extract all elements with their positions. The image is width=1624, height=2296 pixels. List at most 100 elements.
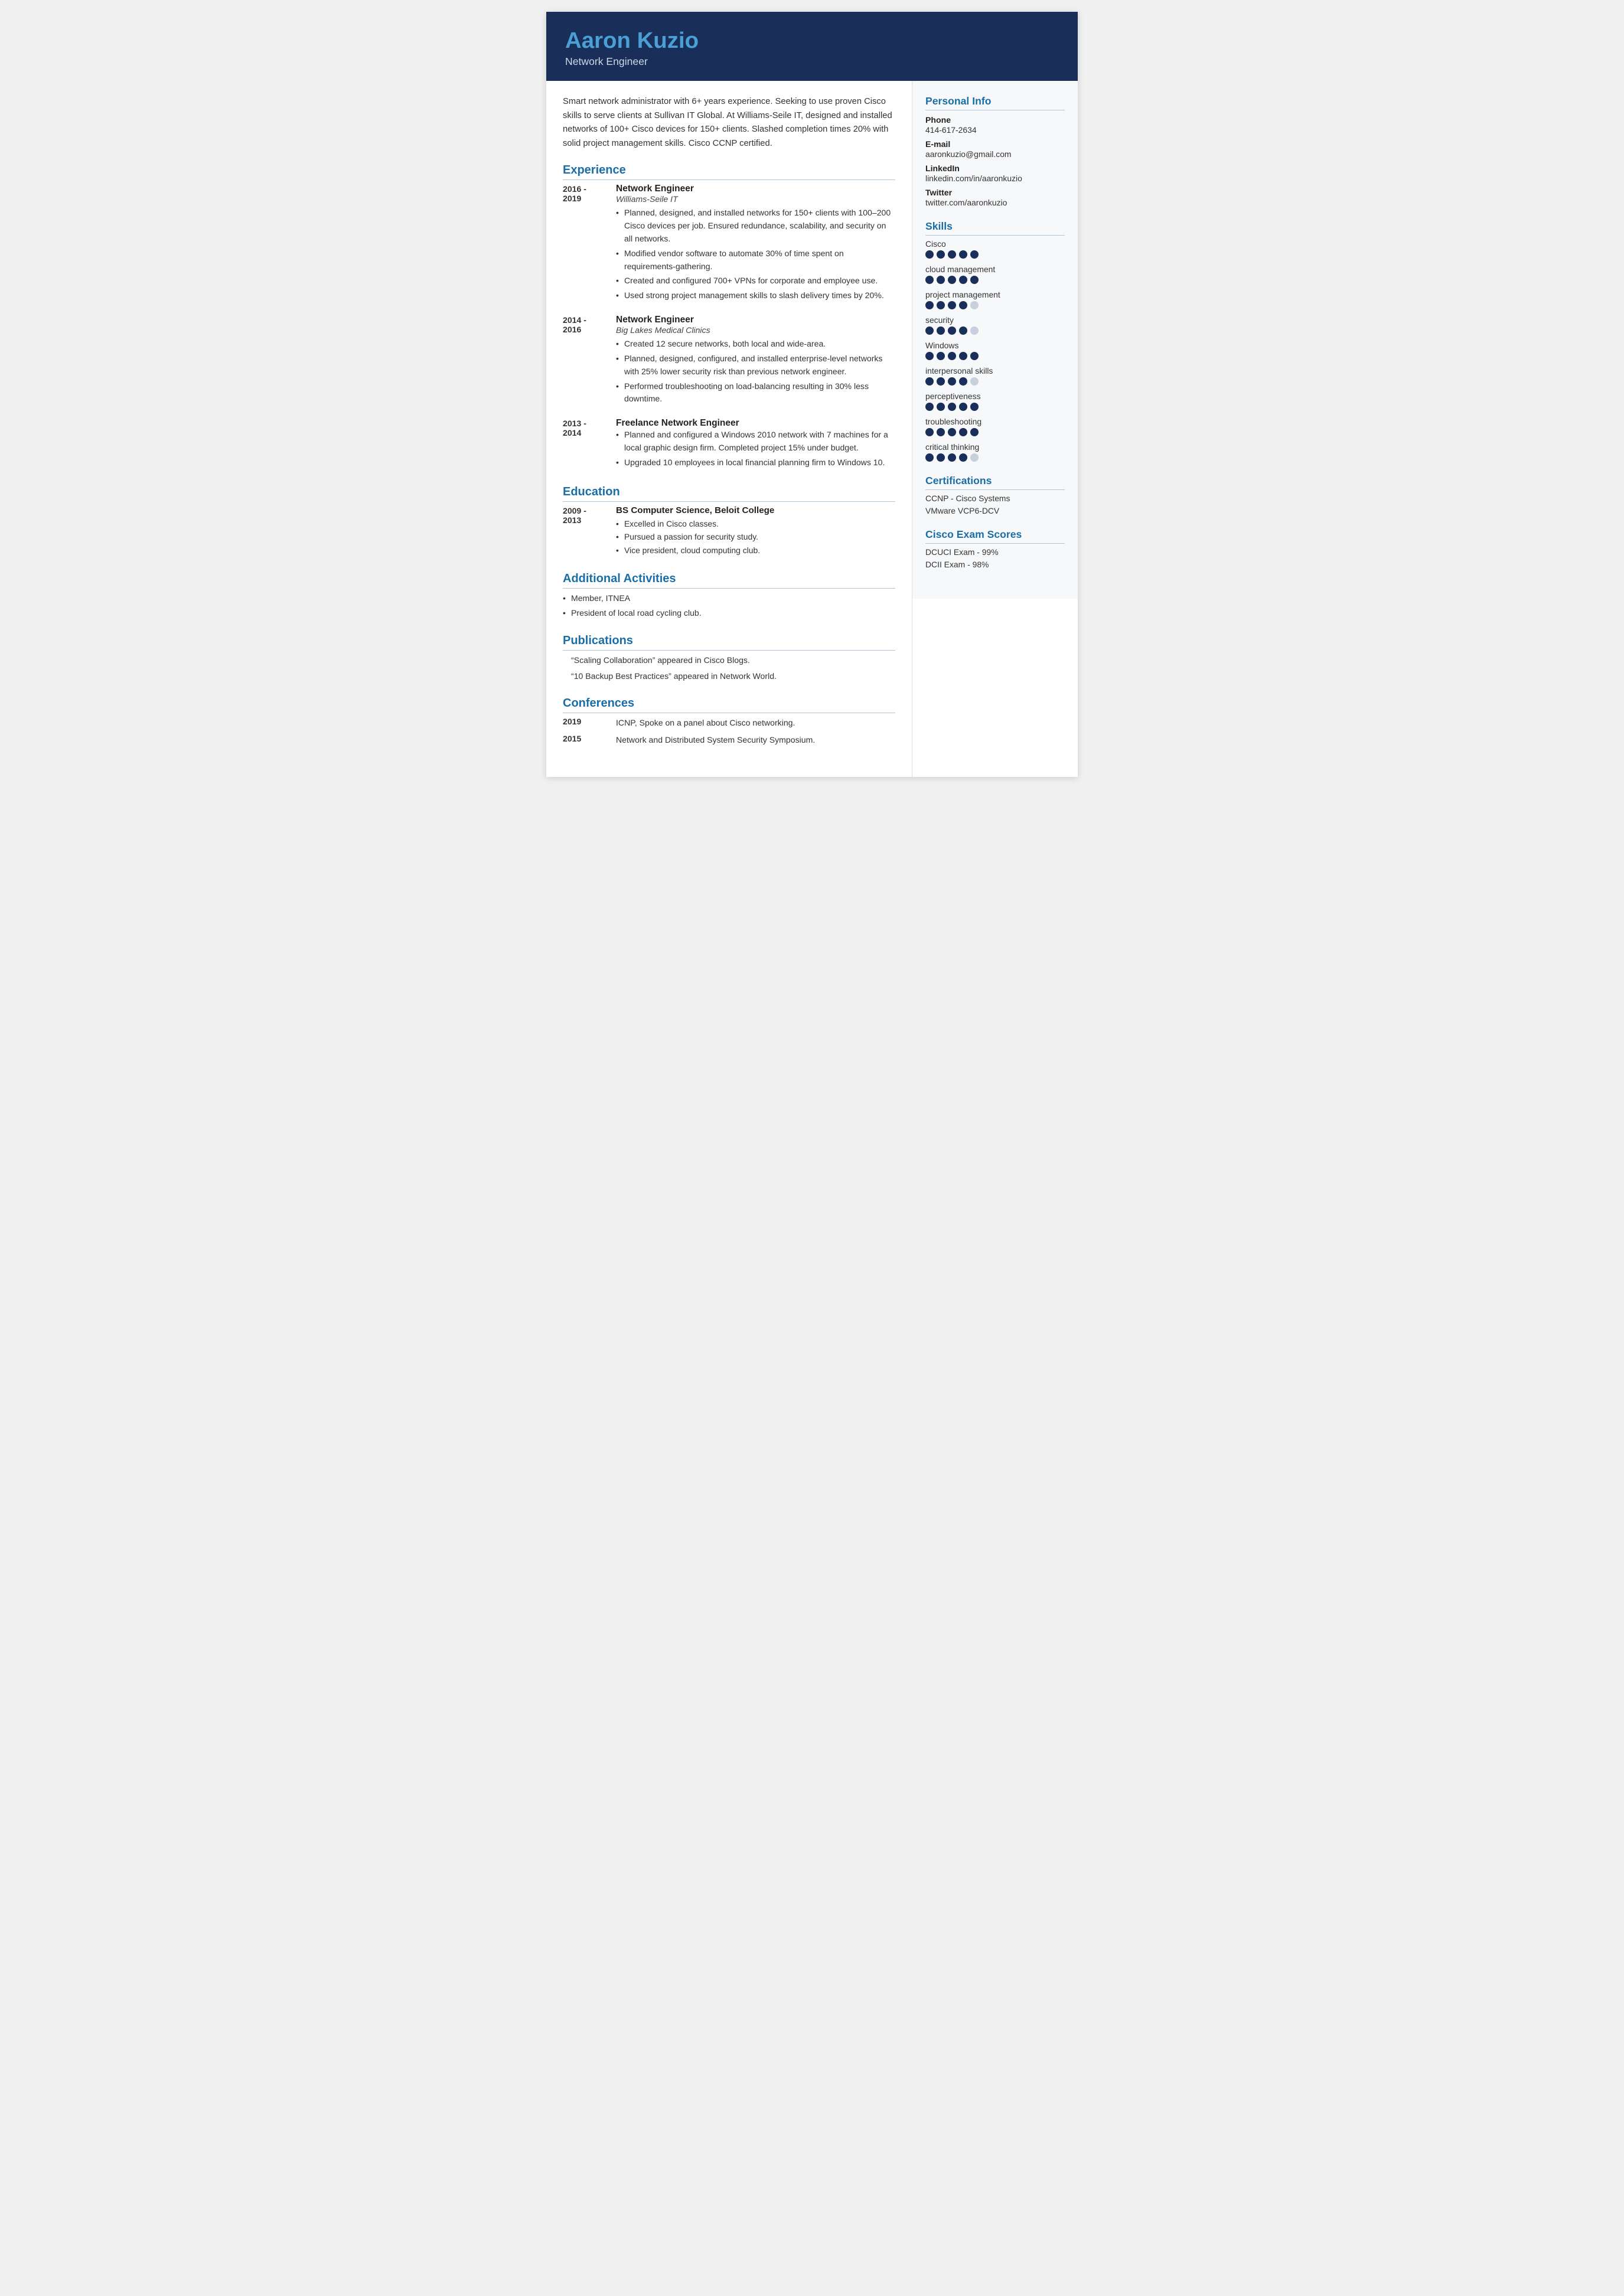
exp-bullets-1: Created 12 secure networks, both local a…: [616, 338, 895, 406]
conf-entry-1: 2015 Network and Distributed System Secu…: [563, 734, 895, 746]
exam-scores-title: Cisco Exam Scores: [925, 528, 1065, 544]
skill-dot-5-2: [948, 377, 956, 386]
skill-dots-5: [925, 377, 1065, 386]
resume-header: Aaron Kuzio Network Engineer: [546, 12, 1078, 81]
skill-row-6: perceptiveness: [925, 391, 1065, 411]
pub-item-1: “10 Backup Best Practices” appeared in N…: [563, 670, 895, 682]
edu-bullet-0-2: Vice president, cloud computing club.: [616, 544, 895, 557]
skill-dot-6-3: [959, 403, 967, 411]
cert-item-0: CCNP - Cisco Systems: [925, 494, 1065, 503]
skill-dot-1-3: [959, 276, 967, 284]
personal-info-section: Personal Info Phone 414-617-2634 E-mail …: [925, 95, 1065, 207]
exp-date-2: 2013 -2014: [563, 418, 616, 471]
exp-entry-0: 2016 -2019 Network Engineer Williams-Sei…: [563, 184, 895, 304]
exp-job-title-2: Freelance Network Engineer: [616, 418, 895, 429]
skill-dots-6: [925, 403, 1065, 411]
personal-info-title: Personal Info: [925, 95, 1065, 110]
exp-bullet-0-1: Modified vendor software to automate 30%…: [616, 247, 895, 273]
skill-dot-3-3: [959, 326, 967, 335]
skill-name-8: critical thinking: [925, 442, 1065, 452]
skill-dot-7-0: [925, 428, 934, 436]
skill-dot-0-3: [959, 250, 967, 259]
conferences-title: Conferences: [563, 697, 895, 713]
body-wrap: Smart network administrator with 6+ year…: [546, 81, 1078, 777]
exp-bullet-1-2: Performed troubleshooting on load-balanc…: [616, 380, 895, 406]
skill-dot-5-4: [970, 377, 979, 386]
candidate-title: Network Engineer: [565, 55, 1059, 68]
conf-entry-0: 2019 ICNP, Spoke on a panel about Cisco …: [563, 717, 895, 729]
skill-row-0: Cisco: [925, 239, 1065, 259]
side-column: Personal Info Phone 414-617-2634 E-mail …: [912, 81, 1078, 599]
exp-entry-2: 2013 -2014 Freelance Network Engineer Pl…: [563, 418, 895, 471]
exp-bullets-2: Planned and configured a Windows 2010 ne…: [616, 429, 895, 469]
skill-dot-4-0: [925, 352, 934, 360]
publications-section: Publications “Scaling Collaboration” app…: [563, 634, 895, 682]
skill-dot-2-3: [959, 301, 967, 309]
skill-dots-4: [925, 352, 1065, 360]
experience-section: Experience 2016 -2019 Network Engineer W…: [563, 164, 895, 471]
skill-dot-5-3: [959, 377, 967, 386]
summary-text: Smart network administrator with 6+ year…: [563, 95, 895, 151]
skill-name-0: Cisco: [925, 239, 1065, 249]
exp-content-1: Network Engineer Big Lakes Medical Clini…: [616, 315, 895, 407]
skill-dot-0-4: [970, 250, 979, 259]
phone-label: Phone: [925, 115, 1065, 125]
skill-row-3: security: [925, 315, 1065, 335]
experience-title: Experience: [563, 164, 895, 180]
skill-row-4: Windows: [925, 341, 1065, 360]
skill-dot-4-2: [948, 352, 956, 360]
skill-dot-6-0: [925, 403, 934, 411]
skill-row-7: troubleshooting: [925, 417, 1065, 436]
skill-dot-4-4: [970, 352, 979, 360]
main-column: Smart network administrator with 6+ year…: [546, 81, 912, 777]
exp-date-1: 2014 -2016: [563, 315, 616, 407]
additional-list: Member, ITNEA President of local road cy…: [563, 592, 895, 620]
email-label: E-mail: [925, 139, 1065, 149]
skill-dot-4-1: [937, 352, 945, 360]
exp-bullet-0-3: Used strong project management skills to…: [616, 289, 895, 302]
skill-dot-2-0: [925, 301, 934, 309]
skill-dot-1-0: [925, 276, 934, 284]
additional-item-1: President of local road cycling club.: [563, 607, 895, 620]
skill-dot-4-3: [959, 352, 967, 360]
exp-job-title-0: Network Engineer: [616, 184, 895, 194]
exp-bullet-1-1: Planned, designed, configured, and insta…: [616, 352, 895, 378]
pub-item-0: “Scaling Collaboration” appeared in Cisc…: [563, 654, 895, 667]
edu-bullet-0-1: Pursued a passion for security study.: [616, 531, 895, 543]
skill-name-5: interpersonal skills: [925, 366, 1065, 375]
exp-date-0: 2016 -2019: [563, 184, 616, 304]
exp-bullet-0-2: Created and configured 700+ VPNs for cor…: [616, 275, 895, 288]
skill-name-7: troubleshooting: [925, 417, 1065, 426]
skill-dot-1-1: [937, 276, 945, 284]
skill-dot-0-1: [937, 250, 945, 259]
skill-dot-0-0: [925, 250, 934, 259]
edu-bullets-0: Excelled in Cisco classes. Pursued a pas…: [616, 518, 895, 557]
skill-dot-7-1: [937, 428, 945, 436]
exp-job-title-1: Network Engineer: [616, 315, 895, 325]
twitter-value: twitter.com/aaronkuzio: [925, 198, 1065, 207]
skill-dot-5-1: [937, 377, 945, 386]
exp-bullet-2-0: Planned and configured a Windows 2010 ne…: [616, 429, 895, 455]
linkedin-value: linkedin.com/in/aaronkuzio: [925, 174, 1065, 183]
skill-dots-3: [925, 326, 1065, 335]
edu-degree-0: BS Computer Science, Beloit College: [616, 505, 895, 515]
skill-dot-3-2: [948, 326, 956, 335]
skill-row-2: project management: [925, 290, 1065, 309]
additional-item-0: Member, ITNEA: [563, 592, 895, 605]
skill-name-6: perceptiveness: [925, 391, 1065, 401]
skill-name-1: cloud management: [925, 264, 1065, 274]
edu-entry-0: 2009 -2013 BS Computer Science, Beloit C…: [563, 505, 895, 559]
twitter-label: Twitter: [925, 188, 1065, 197]
cert-item-1: VMware VCP6-DCV: [925, 506, 1065, 515]
conf-text-1: Network and Distributed System Security …: [616, 734, 815, 746]
exp-content-0: Network Engineer Williams-Seile IT Plann…: [616, 184, 895, 304]
email-value: aaronkuzio@gmail.com: [925, 149, 1065, 159]
skill-dot-1-2: [948, 276, 956, 284]
education-title: Education: [563, 485, 895, 502]
resume-container: Aaron Kuzio Network Engineer Smart netwo…: [546, 12, 1078, 777]
skill-dot-8-4: [970, 453, 979, 462]
conferences-section: Conferences 2019 ICNP, Spoke on a panel …: [563, 697, 895, 746]
edu-content-0: BS Computer Science, Beloit College Exce…: [616, 505, 895, 559]
skill-name-2: project management: [925, 290, 1065, 299]
skill-dots-7: [925, 428, 1065, 436]
